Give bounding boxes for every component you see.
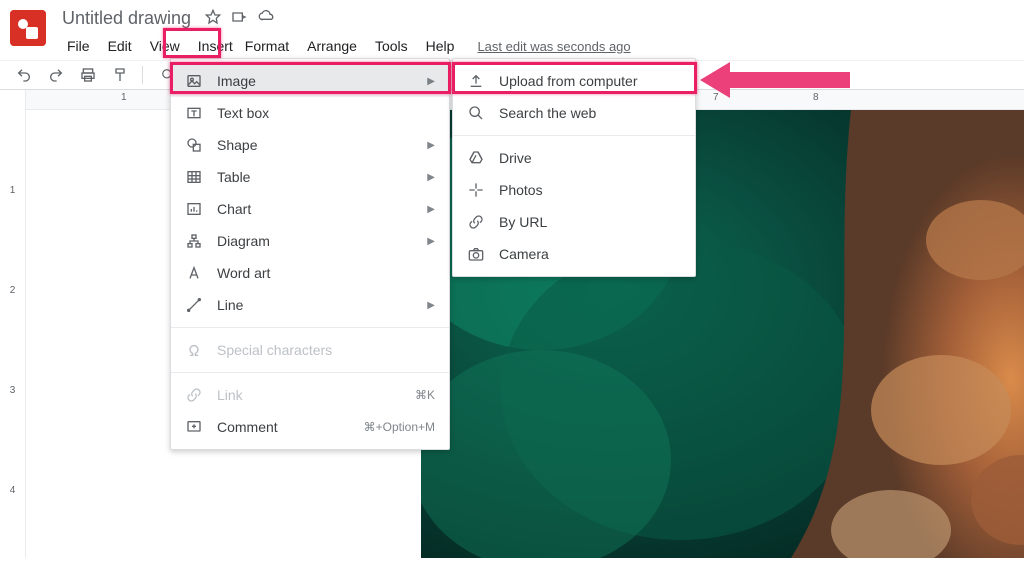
- annotation-highlight-upload: [452, 62, 697, 94]
- camera-icon: [467, 246, 485, 262]
- annotation-highlight-insert: [163, 28, 221, 58]
- menu-file[interactable]: File: [58, 33, 99, 59]
- insert-link: Link ⌘K: [171, 379, 449, 411]
- menu-item-label: By URL: [499, 214, 681, 230]
- vertical-ruler: 1 2 3 4: [0, 90, 26, 558]
- chart-icon: [185, 201, 203, 217]
- menu-item-label: Line: [217, 297, 413, 313]
- shortcut-text: ⌘+Option+M: [364, 420, 435, 434]
- drive-icon: [467, 150, 485, 166]
- submenu-arrow-icon: ▶: [427, 300, 435, 311]
- menu-item-label: Search the web: [499, 105, 681, 121]
- photos-icon: [467, 182, 485, 198]
- move-icon[interactable]: [231, 9, 247, 28]
- insert-shape[interactable]: Shape ▶: [171, 129, 449, 161]
- table-icon: [185, 169, 203, 185]
- menu-item-label: Shape: [217, 137, 413, 153]
- menu-item-label: Word art: [217, 265, 435, 281]
- hruler-tick: 8: [813, 92, 819, 103]
- menu-tools[interactable]: Tools: [366, 33, 417, 59]
- submenu-arrow-icon: ▶: [427, 172, 435, 183]
- menu-item-label: Photos: [499, 182, 681, 198]
- cloud-status-icon[interactable]: [257, 9, 275, 28]
- menu-separator: [171, 372, 449, 373]
- vruler-tick: 2: [0, 285, 25, 296]
- redo-button[interactable]: [42, 63, 70, 87]
- comment-icon: [185, 419, 203, 435]
- vruler-tick: 1: [0, 185, 25, 196]
- insert-line[interactable]: Line ▶: [171, 289, 449, 321]
- menu-help[interactable]: Help: [417, 33, 464, 59]
- image-drive[interactable]: Drive: [453, 142, 695, 174]
- submenu-arrow-icon: ▶: [427, 140, 435, 151]
- paint-format-button[interactable]: [106, 63, 134, 87]
- menu-format[interactable]: Format: [242, 33, 298, 59]
- menu-item-label: Chart: [217, 201, 413, 217]
- insert-word-art[interactable]: Word art: [171, 257, 449, 289]
- submenu-arrow-icon: ▶: [427, 204, 435, 215]
- app-logo-icon[interactable]: [10, 10, 46, 46]
- omega-icon: [185, 342, 203, 358]
- diagram-icon: [185, 233, 203, 249]
- word-art-icon: [185, 265, 203, 281]
- insert-comment[interactable]: Comment ⌘+Option+M: [171, 411, 449, 443]
- menu-item-label: Text box: [217, 105, 435, 121]
- menu-arrange[interactable]: Arrange: [298, 33, 366, 59]
- toolbar-separator: [142, 66, 143, 84]
- menu-item-label: Diagram: [217, 233, 413, 249]
- menu-edit[interactable]: Edit: [99, 33, 141, 59]
- shortcut-text: ⌘K: [415, 388, 435, 402]
- annotation-highlight-image: [170, 62, 451, 94]
- image-by-url[interactable]: By URL: [453, 206, 695, 238]
- print-button[interactable]: [74, 63, 102, 87]
- text-box-icon: [185, 105, 203, 121]
- link-icon: [467, 214, 485, 230]
- star-icon[interactable]: [205, 9, 221, 28]
- image-search-web[interactable]: Search the web: [453, 97, 695, 129]
- menu-item-label: Table: [217, 169, 413, 185]
- image-camera[interactable]: Camera: [453, 238, 695, 270]
- insert-diagram[interactable]: Diagram ▶: [171, 225, 449, 257]
- image-photos[interactable]: Photos: [453, 174, 695, 206]
- insert-table[interactable]: Table ▶: [171, 161, 449, 193]
- undo-button[interactable]: [10, 63, 38, 87]
- line-icon: [185, 297, 203, 313]
- menu-item-label: Special characters: [217, 342, 435, 358]
- menu-separator: [171, 327, 449, 328]
- menu-bar: File Edit View Insert Format Arrange Too…: [58, 33, 631, 59]
- shape-icon: [185, 137, 203, 153]
- insert-special-characters: Special characters: [171, 334, 449, 366]
- menu-separator: [453, 135, 695, 136]
- menu-item-label: Link: [217, 387, 401, 403]
- vruler-tick: 3: [0, 385, 25, 396]
- link-icon: [185, 387, 203, 403]
- search-icon: [467, 105, 485, 121]
- title-bar: Untitled drawing File Edit View Insert F…: [0, 0, 1024, 60]
- vruler-tick: 4: [0, 485, 25, 496]
- submenu-arrow-icon: ▶: [427, 236, 435, 247]
- mensup-item-label: Drive: [499, 150, 681, 166]
- menu-item-label: Comment: [217, 419, 350, 435]
- insert-text-box[interactable]: Text box: [171, 97, 449, 129]
- insert-chart[interactable]: Chart ▶: [171, 193, 449, 225]
- hruler-tick: 7: [713, 92, 719, 103]
- hruler-tick: 1: [121, 92, 127, 103]
- menu-item-label: Camera: [499, 246, 681, 262]
- insert-menu-dropdown: Image ▶ Text box Shape ▶ Table ▶ Chart ▶…: [170, 58, 450, 450]
- last-edit-text[interactable]: Last edit was seconds ago: [477, 39, 630, 54]
